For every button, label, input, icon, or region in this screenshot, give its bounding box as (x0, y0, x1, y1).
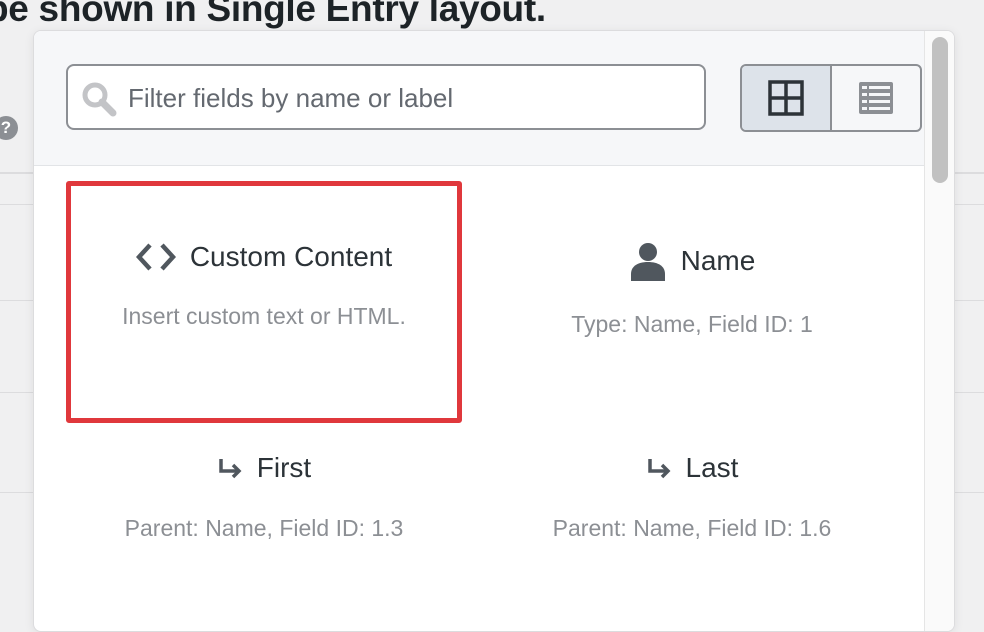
divider (0, 392, 33, 393)
code-icon (135, 243, 176, 271)
user-icon (630, 243, 665, 281)
page-heading: pe shown in Single Entry layout. (0, 0, 546, 29)
field-option-last[interactable]: Last Parent: Name, Field ID: 1.6 (494, 436, 890, 586)
field-option-title: Name (494, 241, 890, 281)
subfield-arrow-icon (219, 459, 242, 479)
field-option-description: Insert custom text or HTML. (122, 303, 406, 329)
field-option-description: Parent: Name, Field ID: 1.6 (552, 515, 832, 541)
list-icon (859, 82, 893, 114)
field-option-label: Custom Content (189, 241, 393, 272)
list-view-button[interactable] (832, 66, 920, 130)
search-box[interactable] (66, 64, 706, 130)
search-icon (82, 82, 117, 117)
divider (953, 392, 984, 393)
field-option-title: First (66, 452, 462, 484)
field-option-custom-content[interactable]: Custom Content Insert custom text or HTM… (66, 181, 462, 423)
field-option-label: Name (680, 245, 756, 276)
popup-header (34, 31, 924, 166)
field-option-description: Type: Name, Field ID: 1 (571, 311, 813, 337)
field-picker-popup: Custom Content Insert custom text or HTM… (33, 30, 955, 632)
scrollbar[interactable] (924, 31, 954, 631)
divider (0, 204, 33, 205)
divider (953, 300, 984, 301)
field-option-label: First (256, 452, 312, 483)
field-option-label: Last (685, 452, 739, 483)
field-option-title: Custom Content (71, 241, 457, 273)
scrollbar-thumb[interactable] (932, 37, 948, 183)
subfield-arrow-icon (647, 459, 671, 479)
grid-view-button[interactable] (742, 66, 832, 130)
help-icon[interactable]: ? (0, 116, 18, 140)
field-option-description: Parent: Name, Field ID: 1.3 (124, 515, 404, 541)
field-option-name[interactable]: Name Type: Name, Field ID: 1 (494, 181, 890, 423)
search-input[interactable] (126, 76, 690, 120)
grid-icon (768, 80, 804, 116)
divider (953, 204, 984, 205)
view-toggle (740, 64, 922, 132)
divider (0, 300, 33, 301)
field-option-first[interactable]: First Parent: Name, Field ID: 1.3 (66, 436, 462, 586)
divider (953, 492, 984, 493)
field-option-title: Last (494, 452, 890, 484)
divider (0, 492, 33, 493)
